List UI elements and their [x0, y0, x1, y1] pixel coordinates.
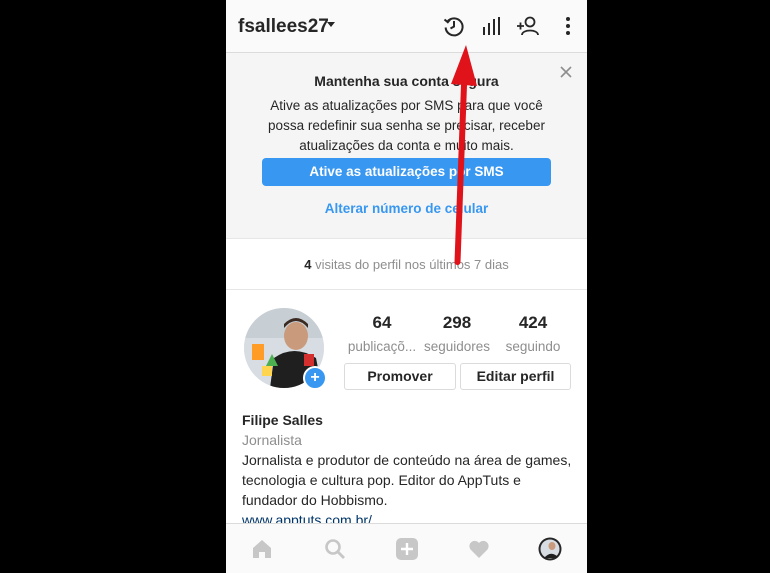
more-options-icon[interactable]	[556, 14, 580, 38]
profile-category: Jornalista	[242, 432, 302, 448]
stat-value: 64	[372, 313, 392, 332]
bottom-nav	[226, 523, 587, 573]
profile-name: Filipe Salles	[242, 412, 323, 428]
top-bar: fsallees27	[226, 0, 587, 53]
stat-value: 298	[442, 313, 472, 332]
new-post-icon[interactable]	[395, 537, 419, 561]
add-story-icon[interactable]: +	[303, 366, 327, 390]
profile-avatar[interactable]	[538, 537, 562, 561]
visits-label: visitas do perfil nos últimos 7 dias	[311, 257, 509, 272]
bio-section: Filipe Salles Jornalista Jornalista e pr…	[242, 410, 577, 530]
insights-icon[interactable]	[480, 14, 504, 38]
stat-label: seguindo	[505, 339, 561, 354]
change-phone-link[interactable]: Alterar número de celular	[226, 201, 587, 216]
stat-following[interactable]: 424 seguindo	[494, 313, 572, 354]
search-icon[interactable]	[323, 537, 347, 561]
stat-followers[interactable]: 298 seguidores	[418, 313, 496, 354]
stat-posts[interactable]: 64 publicaçõ...	[343, 313, 421, 354]
add-user-icon[interactable]	[516, 14, 540, 38]
chevron-down-icon[interactable]	[327, 22, 335, 27]
username-switcher[interactable]: fsallees27	[238, 16, 329, 38]
stat-label: publicaçõ...	[347, 339, 417, 354]
history-icon[interactable]	[442, 14, 466, 38]
enable-sms-button[interactable]: Ative as atualizações por SMS	[262, 158, 551, 186]
stat-label: seguidores	[423, 339, 491, 354]
bio-text: Jornalista e produtor de conteúdo na áre…	[242, 452, 572, 508]
phone-screen: fsallees27 Mantenha sua conta segura Ati…	[226, 0, 587, 573]
promote-button[interactable]: Promover	[344, 363, 456, 390]
banner-title: Mantenha sua conta segura	[314, 73, 499, 89]
security-banner: Mantenha sua conta segura Ative as atual…	[226, 53, 587, 239]
banner-body: Ative as atualizações por SMS para que v…	[268, 98, 545, 153]
profile-visits-row[interactable]: 4 visitas do perfil nos últimos 7 dias	[226, 239, 587, 290]
home-icon[interactable]	[250, 537, 274, 561]
stat-value: 424	[518, 313, 548, 332]
activity-icon[interactable]	[467, 537, 491, 561]
edit-profile-button[interactable]: Editar perfil	[460, 363, 571, 390]
profile-visits-text: 4 visitas do perfil nos últimos 7 dias	[226, 257, 587, 272]
